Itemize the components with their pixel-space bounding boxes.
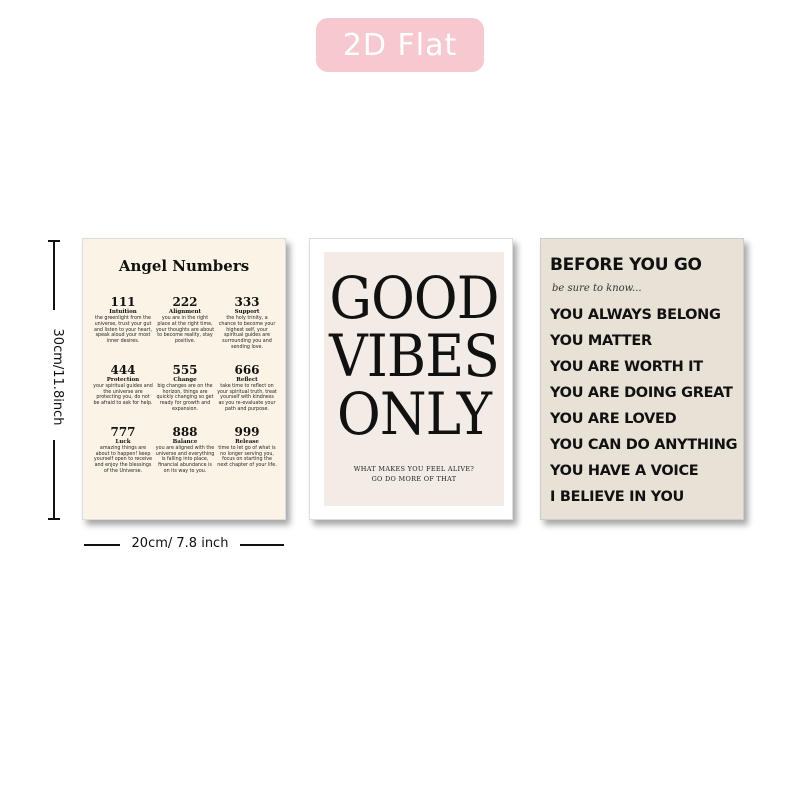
angel-number-item: 777 Luck amazing things are about to hap… <box>93 425 153 475</box>
affirmation-line: YOU ALWAYS BELONG <box>550 307 721 323</box>
angel-number-item: 555 Change big changes are on the horizo… <box>155 363 215 413</box>
angel-number-name: Balance <box>172 438 198 445</box>
angel-number-item: 222 Alignment you are in the right place… <box>155 295 215 351</box>
poster-script-subtitle: be sure to know... <box>552 283 642 294</box>
poster-subtitle-line-2: GO DO MORE OF THAT <box>371 475 457 483</box>
angel-number: 555 <box>172 362 198 377</box>
angel-number-desc: amazing things are about to happen! keep… <box>93 445 153 474</box>
affirmation-line: YOU ARE WORTH IT <box>550 359 703 375</box>
angel-number: 666 <box>234 362 260 377</box>
angel-number-item: 444 Protection your spiritual guides and… <box>93 363 153 413</box>
angel-number-desc: you are in the right place at the right … <box>155 316 215 345</box>
angel-number-item: 111 Intuition the greenlight from the un… <box>93 295 153 351</box>
affirmation-line: YOU ARE DOING GREAT <box>550 385 733 401</box>
angel-number-desc: the greenlight from the universe, trust … <box>93 316 153 345</box>
angel-number-desc: big changes are on the horizon, things a… <box>156 383 214 412</box>
view-mode-badge: 2D Flat <box>316 18 484 72</box>
poster-subtitle-line-1: WHAT MAKES YOU FEEL ALIVE? <box>353 465 475 473</box>
angel-number: 444 <box>110 362 136 377</box>
angel-number-name: Support <box>234 309 260 315</box>
poster-good-vibes: GOOD VIBES ONLY WHAT MAKES YOU FEEL ALIV… <box>309 238 513 520</box>
angel-number-desc: take time to reflect on your spiritual t… <box>217 383 277 412</box>
affirmation-line: YOU MATTER <box>550 333 652 349</box>
angel-number-name: Intuition <box>109 309 137 315</box>
angel-numbers-grid: 111 Intuition the greenlight from the un… <box>93 295 277 475</box>
angel-number: 333 <box>234 295 260 309</box>
poster-headline-line-2: VIBES <box>329 322 500 390</box>
width-label: 20cm/ 7.8 inch <box>131 536 229 551</box>
width-marker-line-left <box>84 544 120 546</box>
poster-before-you-go: BEFORE YOU GO be sure to know... YOU ALW… <box>540 238 744 520</box>
affirmation-line: YOU ARE LOVED <box>550 411 677 427</box>
angel-number-item: 333 Support the holy trinity, a chance t… <box>217 295 277 351</box>
width-marker-line-right <box>240 544 284 546</box>
poster-headline-line-3: ONLY <box>336 380 492 448</box>
height-label: 30cm/11.8inch <box>50 328 65 426</box>
angel-number: 111 <box>110 295 136 309</box>
angel-number-item: 999 Release time to let go of what is no… <box>217 425 277 475</box>
affirmation-line: I BELIEVE IN YOU <box>550 489 684 505</box>
angel-number-desc: your spiritual guides and the universe a… <box>93 383 153 407</box>
affirmation-line: YOU HAVE A VOICE <box>550 463 699 479</box>
angel-number-name: Change <box>173 376 197 383</box>
poster-heading: BEFORE YOU GO <box>550 255 702 275</box>
angel-number-desc: you are aligned with the universe and ev… <box>155 445 215 474</box>
height-marker-line-top <box>53 240 55 310</box>
angel-number-name: Protection <box>106 376 140 383</box>
angel-number-item: 666 Reflect take time to reflect on your… <box>217 363 277 413</box>
angel-number-name: Alignment <box>168 309 202 315</box>
angel-number-name: Release <box>235 438 259 445</box>
height-marker-bottom-cap <box>48 518 60 520</box>
angel-number-name: Luck <box>115 438 131 445</box>
poster-angel-numbers: Angel Numbers 111 Intuition the greenlig… <box>82 238 286 520</box>
angel-number: 888 <box>172 424 198 439</box>
poster-headline-line-1: GOOD <box>329 264 499 332</box>
angel-number-desc: time to let go of what is no longer serv… <box>217 445 277 469</box>
angel-number: 222 <box>172 295 198 309</box>
angel-number-name: Reflect <box>236 376 258 383</box>
angel-number: 999 <box>234 424 260 439</box>
angel-number: 777 <box>110 424 136 439</box>
poster-title: Angel Numbers <box>118 257 250 275</box>
angel-number-desc: the holy trinity, a chance to become you… <box>218 316 276 350</box>
affirmation-line: YOU CAN DO ANYTHING <box>550 437 738 453</box>
height-marker-line-bottom <box>53 440 55 520</box>
angel-number-item: 888 Balance you are aligned with the uni… <box>155 425 215 475</box>
